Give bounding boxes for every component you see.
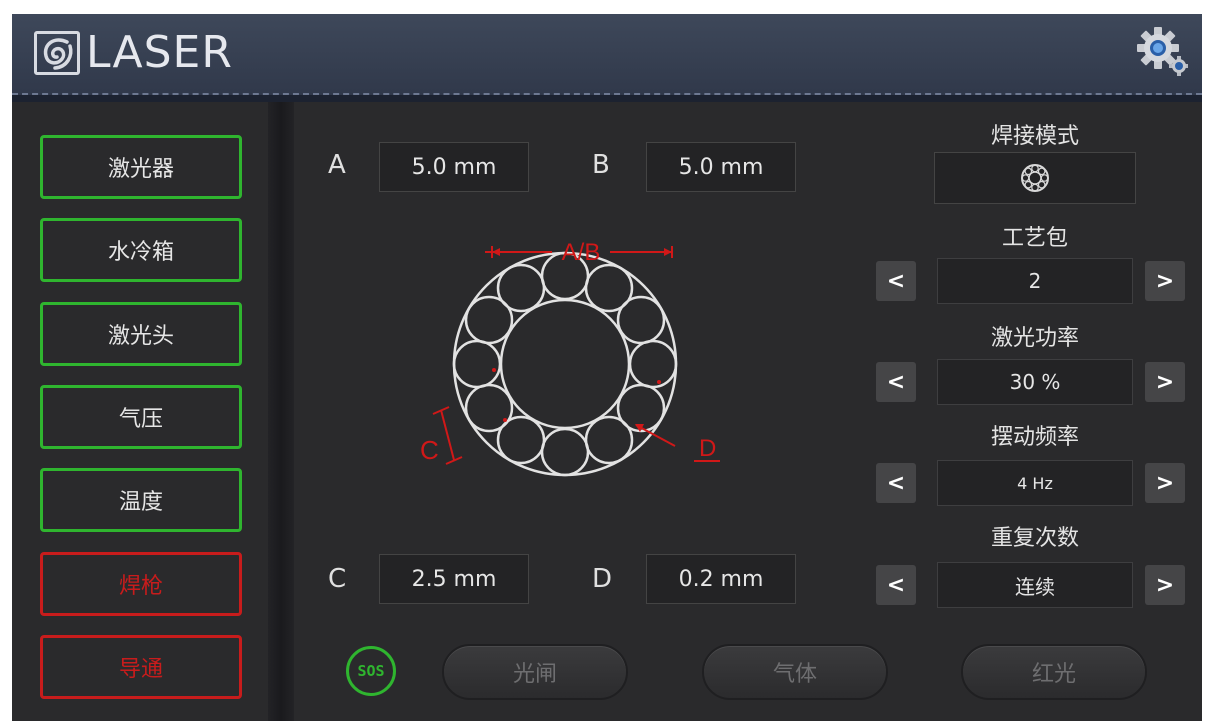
status-weld-gun-button[interactable]: 焊枪 [40,552,242,616]
param-a-label: A [328,150,346,180]
repeat-next-button[interactable]: > [1145,565,1185,605]
param-b-label: B [592,150,610,180]
ab-dimension-label: A/B [562,239,601,266]
swing-frequency-title: 摆动频率 [990,425,1079,450]
laser-power-title: 激光功率 [990,326,1079,351]
repeat-prev-button[interactable]: < [876,565,916,605]
power-next-button[interactable]: > [1145,362,1185,402]
ring-pattern-icon [1021,164,1049,192]
sidebar-divider [268,102,294,721]
header-bar: LASER [12,14,1202,102]
param-a-field[interactable]: 5.0 mm [379,142,529,192]
repeat-count-value: 连续 [937,562,1133,608]
status-water-chiller-button[interactable]: 水冷箱 [40,218,242,282]
logo: LASER [34,28,233,78]
param-b-field[interactable]: 5.0 mm [646,142,796,192]
power-prev-button[interactable]: < [876,362,916,402]
weld-mode-selector[interactable] [934,152,1136,204]
freq-prev-button[interactable]: < [876,463,916,503]
laser-power-value: 30 % [937,359,1133,405]
header-edge [12,95,1202,102]
status-laser-button[interactable]: 激光器 [40,135,242,199]
screen: LASER 激光器 水冷箱 激光头 气压 温度 焊枪 导通 A 5.0 mm B… [12,14,1202,721]
process-next-button[interactable]: > [1145,261,1185,301]
settings-gear-icon[interactable] [1136,26,1189,76]
repeat-count-title: 重复次数 [990,526,1079,551]
process-package-title: 工艺包 [1001,226,1068,251]
c-dimension-label: C [420,435,439,465]
process-package-value: 2 [937,258,1133,304]
param-c-label: C [328,564,347,594]
sos-button[interactable]: SOS [346,646,396,696]
status-conduction-button[interactable]: 导通 [40,635,242,699]
status-temperature-button[interactable]: 温度 [40,468,242,532]
gas-button[interactable]: 气体 [702,644,888,700]
swing-frequency-value: 4 Hz [937,460,1133,506]
logo-text: LASER [86,27,233,78]
red-light-button[interactable]: 红光 [961,644,1147,700]
process-prev-button[interactable]: < [876,261,916,301]
weld-pattern-diagram: A/B C D [420,239,720,477]
param-c-field[interactable]: 2.5 mm [379,554,529,604]
inner-ring [499,298,631,430]
param-d-label: D [592,564,613,594]
logo-mark-icon [34,31,80,75]
shutter-button[interactable]: 光闸 [442,644,628,700]
param-d-field[interactable]: 0.2 mm [646,554,796,604]
freq-next-button[interactable]: > [1145,463,1185,503]
d-dimension-label: D [699,435,716,462]
status-laser-head-button[interactable]: 激光头 [40,302,242,366]
outer-ring [452,251,678,477]
status-air-pressure-button[interactable]: 气压 [40,385,242,449]
weld-mode-title: 焊接模式 [990,124,1079,149]
